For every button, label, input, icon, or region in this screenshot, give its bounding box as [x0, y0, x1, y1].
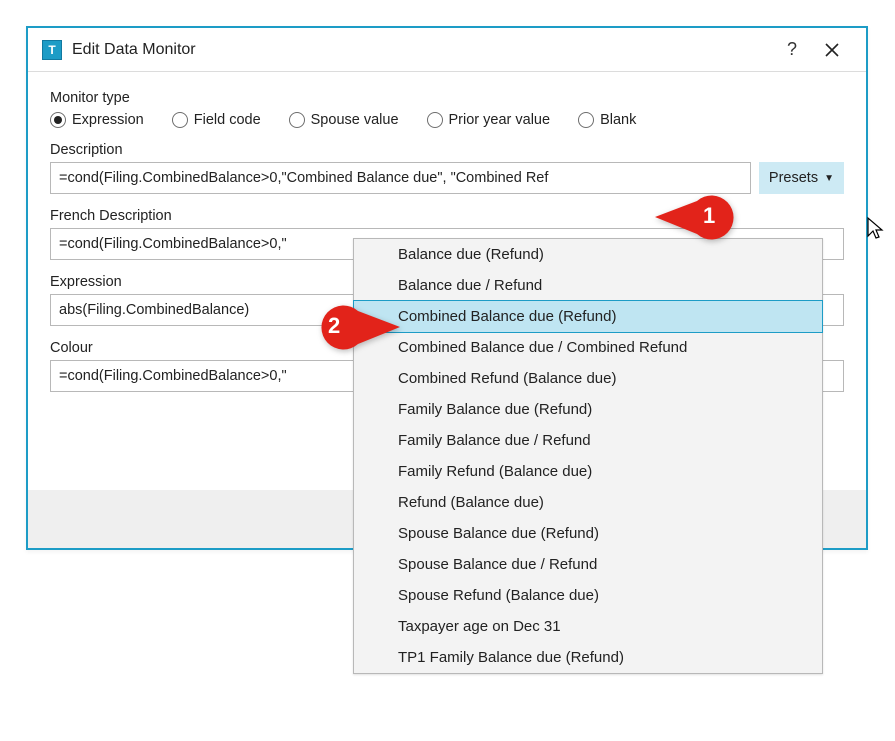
chevron-down-icon: ▼	[824, 173, 834, 184]
radio-label: Field code	[194, 112, 261, 128]
help-button[interactable]: ?	[772, 34, 812, 66]
preset-item[interactable]: Spouse Refund (Balance due)	[354, 580, 822, 611]
preset-item[interactable]: Family Balance due (Refund)	[354, 394, 822, 425]
radio-field-code[interactable]: Field code	[172, 112, 261, 128]
description-input[interactable]: =cond(Filing.CombinedBalance>0,"Combined…	[50, 162, 751, 194]
preset-item[interactable]: Balance due (Refund)	[354, 239, 822, 270]
preset-item[interactable]: Combined Balance due / Combined Refund	[354, 332, 822, 363]
radio-label: Expression	[72, 112, 144, 128]
presets-label: Presets	[769, 170, 818, 186]
preset-item[interactable]: Balance due / Refund	[354, 270, 822, 301]
radio-blank[interactable]: Blank	[578, 112, 636, 128]
radio-label: Prior year value	[449, 112, 551, 128]
french-description-label: French Description	[50, 208, 844, 224]
window-title: Edit Data Monitor	[72, 41, 772, 59]
preset-item[interactable]: Refund (Balance due)	[354, 487, 822, 518]
app-icon: T	[42, 40, 62, 60]
titlebar: T Edit Data Monitor ?	[28, 28, 866, 72]
radio-spouse-value[interactable]: Spouse value	[289, 112, 399, 128]
mouse-cursor-icon	[865, 216, 885, 246]
preset-item[interactable]: Combined Balance due (Refund)	[353, 300, 823, 333]
preset-item[interactable]: Taxpayer age on Dec 31	[354, 611, 822, 642]
close-button[interactable]	[812, 34, 852, 66]
monitor-type-radios: Expression Field code Spouse value Prior…	[50, 112, 844, 128]
presets-button[interactable]: Presets ▼	[759, 162, 844, 194]
close-icon	[824, 42, 840, 58]
description-label: Description	[50, 142, 844, 158]
preset-item[interactable]: Family Refund (Balance due)	[354, 456, 822, 487]
preset-item[interactable]: Spouse Balance due / Refund	[354, 549, 822, 580]
preset-item[interactable]: TP1 Family Balance due (Refund)	[354, 642, 822, 673]
preset-item[interactable]: Spouse Balance due (Refund)	[354, 518, 822, 549]
radio-prior-year-value[interactable]: Prior year value	[427, 112, 551, 128]
radio-label: Blank	[600, 112, 636, 128]
preset-item[interactable]: Combined Refund (Balance due)	[354, 363, 822, 394]
preset-item[interactable]: Family Balance due / Refund	[354, 425, 822, 456]
monitor-type-label: Monitor type	[50, 90, 844, 106]
presets-dropdown: Balance due (Refund) Balance due / Refun…	[353, 238, 823, 674]
radio-label: Spouse value	[311, 112, 399, 128]
radio-expression[interactable]: Expression	[50, 112, 144, 128]
